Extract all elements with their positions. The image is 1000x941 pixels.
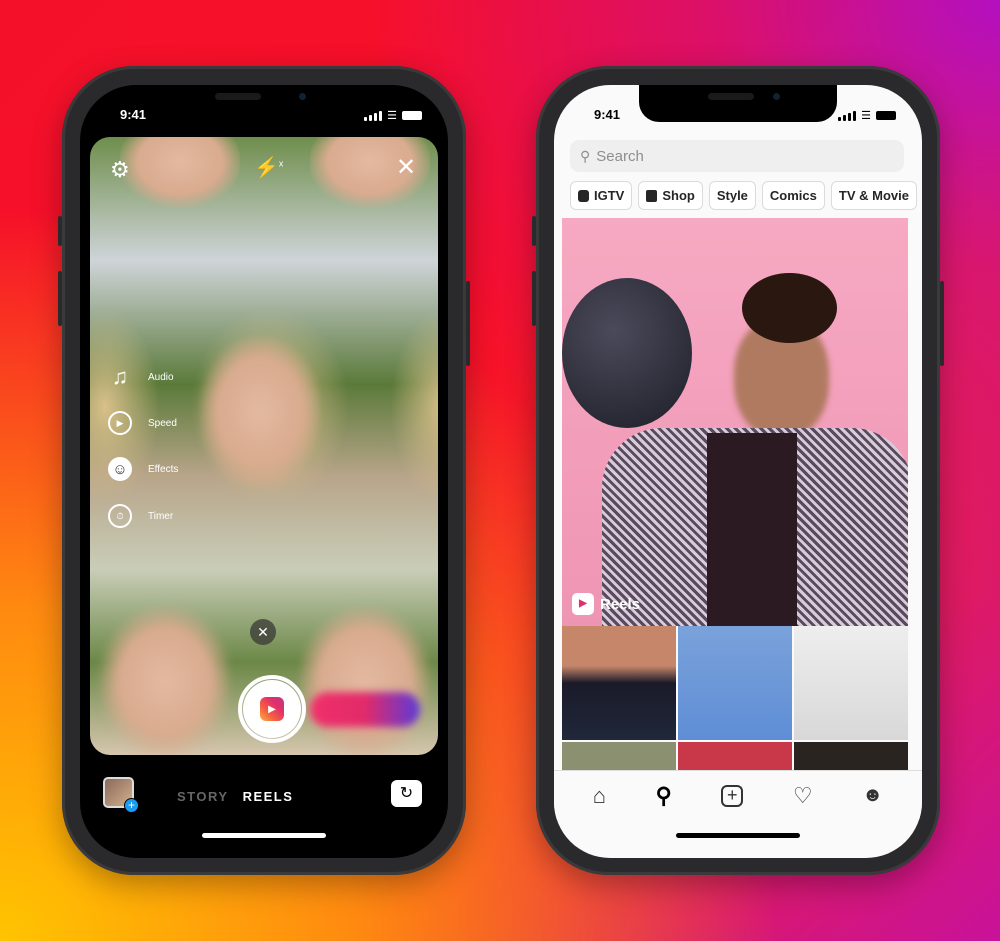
bottom-nav: ⌂ ⚲ + ♡ ☻ [554, 770, 922, 820]
wifi-icon: ☰ [861, 110, 871, 122]
mode-selector: STORY REELS [177, 789, 293, 804]
mode-reels[interactable]: REELS [243, 789, 294, 804]
basketball-image [562, 278, 692, 428]
mode-story[interactable]: STORY [177, 789, 229, 804]
home-icon[interactable]: ⌂ [593, 783, 606, 809]
igtv-icon [578, 189, 589, 202]
explore-screen: 9:41 ☰ ⚲ Search IGTV Shop Style Comics TV… [554, 85, 922, 858]
tool-audio[interactable]: ♫ Audio [108, 364, 174, 389]
status-icons: ☰ [364, 109, 422, 122]
reels-label-text: Reels [600, 595, 641, 613]
battery-icon [402, 111, 422, 120]
grid-item[interactable] [562, 742, 676, 770]
chip-style[interactable]: Style [708, 181, 756, 210]
chip-label: TV & Movie [838, 188, 909, 203]
chip-label: Style [716, 188, 748, 203]
gallery-thumbnail[interactable]: + [103, 777, 139, 813]
search-icon[interactable]: ⚲ [656, 783, 672, 809]
chip-shop[interactable]: Shop [638, 181, 703, 210]
chip-tv-movies[interactable]: TV & Movie [830, 181, 917, 210]
phone-reels-camera: 9:41 ☰ ⚙ ⚡x ✕ ♫ Audio ▶ Speed ☺ Effects ⏱ Ti… [58, 66, 470, 875]
tool-label: Timer [148, 510, 174, 522]
profile-icon[interactable]: ☻ [862, 784, 883, 807]
grid-item[interactable] [678, 626, 792, 740]
status-time: 9:41 [594, 107, 621, 122]
search-input[interactable]: ⚲ Search [570, 140, 904, 172]
search-placeholder: Search [596, 147, 644, 165]
signal-icon [364, 110, 383, 121]
chip-igtv[interactable]: IGTV [570, 181, 633, 210]
speed-icon: ▶ [108, 411, 132, 435]
add-icon: + [124, 798, 139, 813]
tool-label: Effects [148, 463, 179, 475]
chip-label: IGTV [594, 188, 625, 203]
search-icon: ⚲ [580, 147, 591, 164]
phone-explore: 9:41 ☰ ⚲ Search IGTV Shop Style Comics TV… [532, 66, 944, 875]
record-button[interactable]: ▶ [238, 675, 306, 743]
tool-label: Audio [148, 371, 174, 383]
remove-clip-button[interactable]: ✕ [250, 619, 276, 645]
grid-item[interactable] [794, 626, 908, 740]
grid-item[interactable] [794, 742, 908, 770]
camera-preview: ⚙ ⚡x ✕ ♫ Audio ▶ Speed ☺ Effects ⏱ Timer ✕ ▶ [90, 137, 438, 755]
status-time: 9:41 [120, 107, 147, 122]
flip-camera-icon[interactable]: ↻ [391, 780, 422, 807]
new-post-icon[interactable]: + [721, 784, 744, 807]
home-indicator [202, 833, 326, 838]
close-icon[interactable]: ✕ [396, 153, 416, 182]
featured-reel[interactable]: ▶ Reels [562, 218, 908, 626]
grid-item[interactable] [678, 742, 792, 770]
tool-effects[interactable]: ☺ Effects [108, 457, 178, 481]
wifi-icon: ☰ [387, 110, 397, 122]
effects-face-icon: ☺ [108, 457, 132, 481]
explore-grid [562, 626, 908, 770]
chip-label: Comics [769, 188, 817, 203]
home-indicator [676, 833, 800, 838]
tool-label: Speed [148, 417, 177, 429]
flash-off-icon[interactable]: ⚡x [254, 155, 283, 180]
tool-timer[interactable]: ⏱ Timer [108, 504, 173, 528]
grid-item[interactable] [562, 626, 676, 740]
battery-icon [876, 111, 896, 120]
notch [639, 85, 837, 122]
signal-icon [838, 110, 857, 121]
reels-icon: ▶ [260, 697, 284, 721]
topic-chips: IGTV Shop Style Comics TV & Movie [570, 181, 917, 210]
heart-icon[interactable]: ♡ [793, 783, 813, 809]
reels-label: ▶ Reels [572, 593, 640, 615]
chip-label: Shop [662, 188, 695, 203]
music-note-icon: ♫ [111, 364, 129, 389]
settings-icon[interactable]: ⚙ [110, 157, 130, 183]
timer-icon: ⏱ [108, 504, 132, 528]
reels-icon: ▶ [572, 593, 594, 615]
shopping-bag-icon [646, 189, 658, 202]
tool-speed[interactable]: ▶ Speed [108, 411, 177, 435]
camera-screen: 9:41 ☰ ⚙ ⚡x ✕ ♫ Audio ▶ Speed ☺ Effects ⏱ Ti… [80, 85, 448, 858]
chip-comics[interactable]: Comics [761, 181, 825, 210]
status-icons: ☰ [838, 109, 896, 122]
